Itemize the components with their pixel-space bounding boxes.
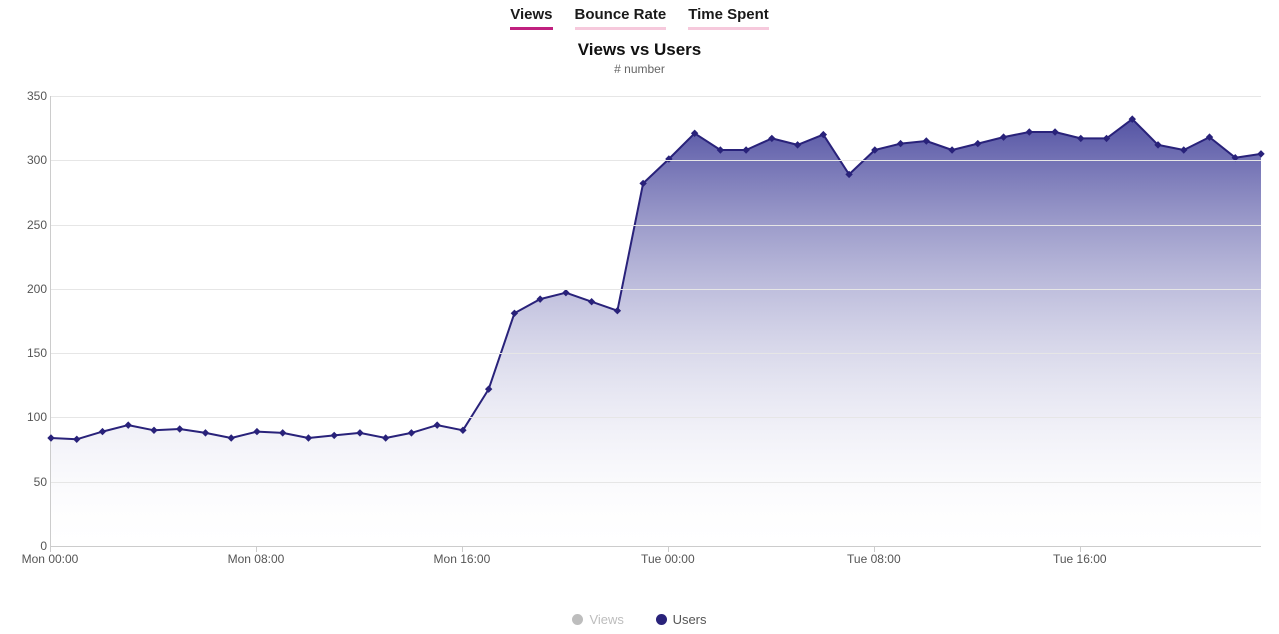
- y-axis-label: 50: [7, 475, 47, 489]
- chart-title: Views vs Users: [0, 40, 1279, 60]
- grid-line: [51, 353, 1261, 354]
- y-axis-label: 350: [7, 89, 47, 103]
- legend-item-views[interactable]: Views: [572, 612, 623, 627]
- legend-swatch-users: [656, 614, 667, 625]
- tab-views[interactable]: Views: [510, 6, 552, 30]
- y-axis-label: 100: [7, 410, 47, 424]
- x-axis-label: Mon 00:00: [22, 552, 79, 566]
- y-axis-label: 250: [7, 218, 47, 232]
- y-axis-label: 300: [7, 153, 47, 167]
- grid-line: [51, 482, 1261, 483]
- grid-line: [51, 225, 1261, 226]
- legend-item-users[interactable]: Users: [656, 612, 707, 627]
- grid-line: [51, 289, 1261, 290]
- legend-label-users: Users: [673, 612, 707, 627]
- chart-subtitle: # number: [0, 62, 1279, 76]
- x-axis-label: Mon 08:00: [228, 552, 285, 566]
- x-axis-label: Tue 00:00: [641, 552, 695, 566]
- grid-line: [51, 417, 1261, 418]
- x-axis-label: Tue 08:00: [847, 552, 901, 566]
- grid-line: [51, 96, 1261, 97]
- legend: Views Users: [0, 612, 1279, 628]
- x-axis-label: Mon 16:00: [434, 552, 491, 566]
- y-axis-label: 150: [7, 346, 47, 360]
- legend-swatch-views: [572, 614, 583, 625]
- grid-line: [51, 160, 1261, 161]
- tab-time-spent[interactable]: Time Spent: [688, 6, 769, 30]
- chart-tabs: Views Bounce Rate Time Spent: [0, 0, 1279, 30]
- legend-label-views: Views: [589, 612, 623, 627]
- plot-svg: [51, 96, 1261, 546]
- chart-area: 0 50 100 150 200 250 300 350 Mon 00:00 Mon 08:00 M…: [0, 76, 1279, 596]
- plot-box[interactable]: [50, 96, 1261, 547]
- y-axis-label: 0: [7, 539, 47, 553]
- y-axis-label: 200: [7, 282, 47, 296]
- tab-bounce-rate[interactable]: Bounce Rate: [575, 6, 667, 30]
- x-axis-label: Tue 16:00: [1053, 552, 1107, 566]
